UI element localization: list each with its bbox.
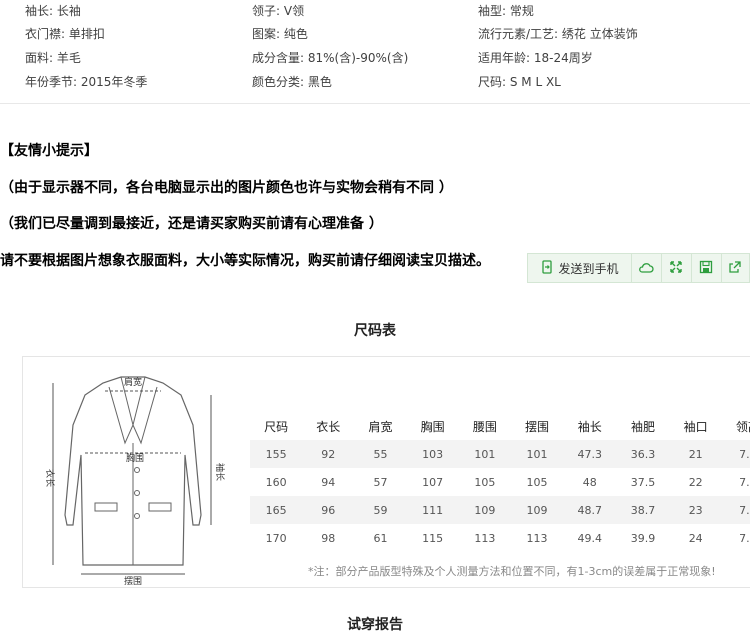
send-to-phone-icon: [540, 259, 558, 277]
table-row: 160 94 57 107 105 105 48 37.5 22 7.5: [250, 468, 750, 496]
header-chest: 胸围: [420, 420, 445, 434]
table-cell: 155: [250, 440, 303, 468]
table-cell: 113: [526, 531, 548, 545]
attr-size: 尺码: S M L XL: [478, 75, 561, 89]
size-chart-footnote: *注：部分产品版型特殊及个人测量方法和位置不同，有1-3cm的误差属于正常现象!: [308, 565, 716, 578]
table-cell: 113: [474, 531, 496, 545]
table-cell: 170: [265, 531, 287, 545]
header-sleeve-length: 袖长: [577, 420, 602, 434]
table-cell: 115: [422, 531, 444, 545]
table-cell: 23: [669, 496, 722, 524]
header-sleeve-width: 袖肥: [630, 420, 655, 434]
table-cell: 92: [302, 440, 355, 468]
table-cell: 24: [688, 531, 703, 545]
length-label: 衣长: [44, 469, 56, 487]
table-cell: 22: [688, 475, 703, 489]
table-cell: 7.5: [739, 475, 750, 489]
table-cell: 55: [354, 440, 407, 468]
table-cell: 103: [406, 440, 459, 468]
table-cell: 109: [458, 496, 511, 524]
fullscreen-button[interactable]: [661, 254, 692, 282]
table-cell: 37.5: [630, 475, 656, 489]
tips-heading: 【友情小提示】: [0, 143, 98, 159]
table-cell: 105: [526, 475, 548, 489]
share-icon: [728, 259, 742, 278]
attr-collar: 领子: V领: [252, 4, 305, 18]
chest-label: 胸围: [126, 452, 144, 464]
table-cell: 48.7: [563, 496, 617, 524]
header-length: 衣长: [316, 420, 341, 434]
shoulder-label: 肩宽: [124, 376, 142, 388]
header-shoulder: 肩宽: [368, 420, 393, 434]
table-cell: 101: [458, 440, 511, 468]
size-table: 尺码 衣长 肩宽 胸围 腰围 摆围 袖长 袖肥 袖口 领高 155 92 55 …: [250, 413, 750, 552]
attr-season: 年份季节: 2015年冬季: [25, 75, 148, 89]
table-cell: 101: [510, 440, 564, 468]
share-toolbar: 发送到手机: [527, 253, 750, 283]
table-cell: 48: [582, 475, 597, 489]
table-row: 165 96 59 111 109 109 48.7 38.7 23 7.5: [250, 496, 750, 524]
tips-line-3: 请不要根据图片想象衣服面料，大小等实际情况，购买前请仔细阅读宝贝描述。: [0, 253, 490, 269]
send-to-phone-button[interactable]: 发送到手机: [528, 254, 632, 282]
attr-placket: 衣门襟: 单排扣: [25, 27, 105, 41]
table-cell: 57: [373, 475, 388, 489]
table-row: 155 92 55 103 101 101 47.3 36.3 21 7.5: [250, 440, 750, 468]
tips-line-1: （由于显示器不同，各台电脑显示出的图片颜色也许与实物会稍有不同 ）: [0, 180, 453, 196]
table-cell: 7.5: [739, 531, 750, 545]
attr-sleeve-length: 袖长: 长袖: [25, 4, 81, 18]
attr-color: 颜色分类: 黑色: [252, 75, 332, 89]
size-chart-title: 尺码表: [354, 323, 396, 339]
table-cell: 21: [669, 440, 722, 468]
tips-line-2: （我们已尽量调到最接近，还是请买家购买前请有心理准备 ）: [0, 216, 383, 232]
size-chart: 肩宽 胸围 摆围 衣长 袖长 尺码 衣长 肩宽 胸围 腰围 摆围 袖长 袖肥 袖…: [22, 356, 750, 588]
table-cell: 59: [354, 496, 407, 524]
table-cell: 7.5: [721, 496, 750, 524]
save-button[interactable]: [691, 254, 722, 282]
attr-age: 适用年龄: 18-24周岁: [478, 51, 593, 65]
table-cell: 109: [510, 496, 564, 524]
send-to-phone-label: 发送到手机: [558, 261, 619, 276]
table-cell: 111: [406, 496, 459, 524]
size-table-header: 尺码 衣长 肩宽 胸围 腰围 摆围 袖长 袖肥 袖口 领高: [250, 413, 750, 440]
attr-composition: 成分含量: 81%(含)-90%(含): [252, 51, 409, 65]
fitting-report-title: 试穿报告: [347, 617, 403, 633]
product-attributes: 袖长: 长袖 领子: V领 袖型: 常规 衣门襟: 单排扣 图案: 纯色 流行元…: [0, 0, 750, 104]
table-cell: 98: [321, 531, 336, 545]
table-cell: 105: [474, 475, 496, 489]
table-cell: 61: [373, 531, 388, 545]
header-collar-height: 领高: [735, 420, 750, 434]
table-row: 170 98 61 115 113 113 49.4 39.9 24 7.5: [250, 524, 750, 552]
share-button[interactable]: [721, 254, 749, 282]
table-cell: 107: [422, 475, 444, 489]
coat-measurement-diagram: 肩宽 胸围 摆围 衣长 袖长: [44, 376, 226, 585]
table-cell: 38.7: [616, 496, 670, 524]
attr-sleeve-type: 袖型: 常规: [478, 4, 534, 18]
header-size: 尺码: [264, 420, 289, 434]
table-cell: 165: [250, 496, 303, 524]
table-cell: 94: [321, 475, 336, 489]
attr-fabric: 面料: 羊毛: [25, 51, 81, 65]
header-cuff: 袖口: [683, 420, 708, 434]
fullscreen-icon: [669, 259, 683, 278]
header-waist: 腰围: [472, 420, 497, 434]
cloud-button[interactable]: [631, 254, 662, 282]
sleeve-label: 袖长: [214, 463, 226, 481]
save-icon: [699, 259, 713, 278]
table-cell: 96: [302, 496, 355, 524]
cloud-icon: [638, 259, 654, 278]
header-hem: 摆围: [525, 420, 550, 434]
table-cell: 39.9: [630, 531, 656, 545]
attr-pattern: 图案: 纯色: [252, 27, 308, 41]
table-cell: 36.3: [616, 440, 670, 468]
table-cell: 160: [265, 475, 287, 489]
table-cell: 47.3: [563, 440, 617, 468]
attr-craft: 流行元素/工艺: 绣花 立体装饰: [478, 27, 638, 41]
table-cell: 49.4: [577, 531, 602, 545]
table-cell: 7.5: [721, 440, 750, 468]
hem-label: 摆围: [124, 575, 142, 585]
